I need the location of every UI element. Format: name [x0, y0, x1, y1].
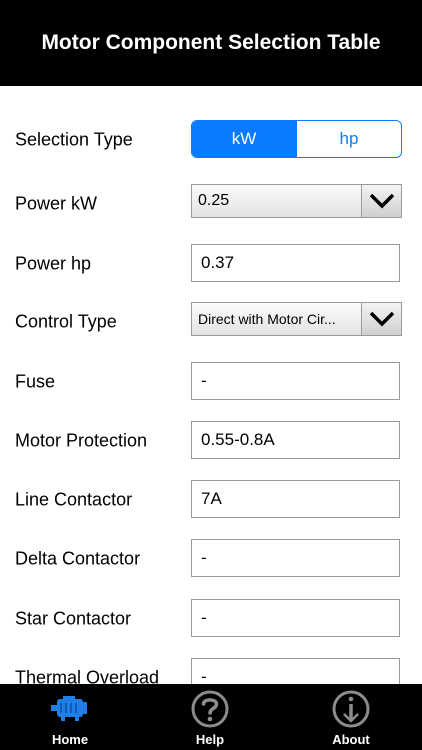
motor-protection-label: Motor Protection: [15, 430, 148, 451]
fuse-field[interactable]: -: [191, 362, 400, 400]
row-control-type: Control Type Direct with Motor Cir...: [0, 302, 422, 342]
motor-protection-field[interactable]: 0.55-0.8A: [191, 421, 400, 459]
chevron-down-icon[interactable]: [361, 185, 401, 217]
tab-bar: Home Help About: [0, 684, 422, 750]
power-kw-value: 0.25: [198, 192, 230, 209]
segment-kw[interactable]: kW: [192, 121, 296, 157]
tab-about[interactable]: About: [301, 684, 401, 750]
question-icon: [190, 688, 230, 730]
control-type-select[interactable]: Direct with Motor Cir...: [191, 302, 402, 336]
thermal-overload-label: Thermal Overload: [15, 667, 160, 685]
row-thermal-overload: Thermal Overload -: [0, 658, 422, 684]
form-content[interactable]: Selection Type kW hp Power kW 0.25 Power…: [0, 86, 422, 684]
tab-home[interactable]: Home: [20, 684, 120, 750]
row-delta-contactor: Delta Contactor -: [0, 539, 422, 579]
star-contactor-label: Star Contactor: [15, 608, 132, 629]
line-contactor-label: Line Contactor: [15, 489, 133, 510]
line-contactor-field[interactable]: 7A: [191, 480, 400, 518]
star-contactor-field[interactable]: -: [191, 599, 400, 637]
tab-about-label: About: [332, 732, 370, 747]
thermal-overload-field[interactable]: -: [191, 658, 400, 684]
row-star-contactor: Star Contactor -: [0, 599, 422, 639]
selection-type-segmented-control[interactable]: kW hp: [191, 120, 402, 158]
tab-help-label: Help: [195, 732, 225, 747]
page-title: Motor Component Selection Table: [41, 31, 381, 54]
info-icon: [331, 688, 371, 730]
motor-icon: [49, 688, 91, 730]
delta-contactor-field[interactable]: -: [191, 539, 400, 577]
segment-hp[interactable]: hp: [296, 121, 401, 157]
tab-home-label: Home: [51, 732, 89, 747]
row-selection-type: Selection Type kW hp: [0, 120, 422, 160]
delta-contactor-label: Delta Contactor: [15, 548, 141, 569]
fuse-label: Fuse: [15, 371, 56, 392]
row-power-kw: Power kW 0.25: [0, 184, 422, 224]
control-type-value: Direct with Motor Cir...: [198, 311, 336, 327]
chevron-down-icon[interactable]: [361, 303, 401, 335]
tab-help[interactable]: Help: [160, 684, 260, 750]
row-fuse: Fuse -: [0, 362, 422, 402]
power-kw-label: Power kW: [15, 193, 98, 214]
power-hp-label: Power hp: [15, 253, 92, 274]
control-type-label: Control Type: [15, 311, 117, 332]
selection-type-label: Selection Type: [15, 129, 133, 150]
row-power-hp: Power hp 0.37: [0, 244, 422, 284]
row-motor-protection: Motor Protection 0.55-0.8A: [0, 421, 422, 461]
row-line-contactor: Line Contactor 7A: [0, 480, 422, 520]
title-bar: Motor Component Selection Table: [0, 0, 422, 86]
power-hp-field[interactable]: 0.37: [191, 244, 400, 282]
power-kw-select[interactable]: 0.25: [191, 184, 402, 218]
